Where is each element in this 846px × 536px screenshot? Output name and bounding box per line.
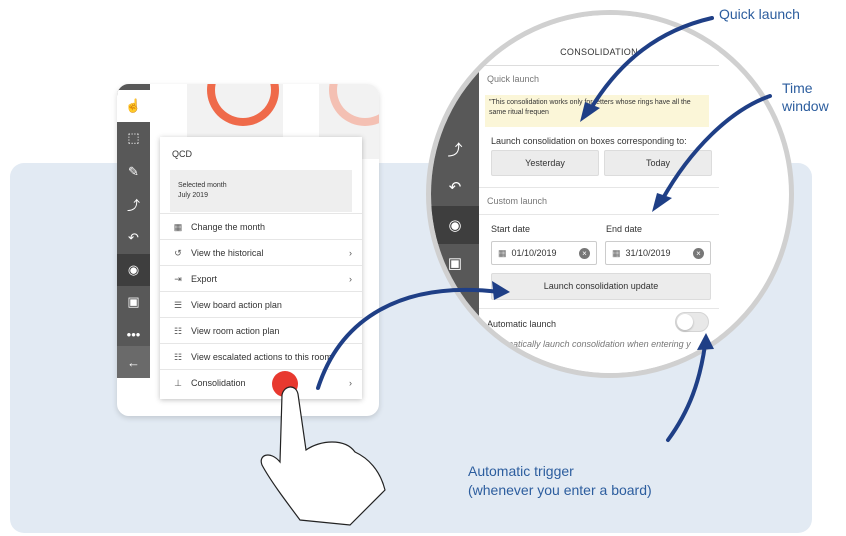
arrowhead bbox=[697, 333, 714, 350]
arrowhead bbox=[652, 193, 672, 212]
arrowhead bbox=[492, 281, 510, 300]
callout-auto-trigger-line2: (whenever you enter a board) bbox=[468, 482, 652, 498]
callout-quick-launch: Quick launch bbox=[719, 6, 800, 22]
callout-auto-trigger-line1: Automatic trigger bbox=[468, 463, 574, 479]
quick-launch-arrow bbox=[588, 16, 714, 112]
automatic-trigger-arrow bbox=[666, 343, 707, 442]
consolidation-arrow bbox=[316, 287, 502, 390]
pointing-hand-icon bbox=[260, 386, 386, 526]
arrowhead bbox=[580, 102, 600, 122]
callout-time-line1: Time bbox=[782, 80, 813, 96]
callout-window-line2: window bbox=[782, 98, 829, 114]
annotation-overlay bbox=[260, 16, 772, 526]
time-window-arrow bbox=[660, 94, 772, 202]
